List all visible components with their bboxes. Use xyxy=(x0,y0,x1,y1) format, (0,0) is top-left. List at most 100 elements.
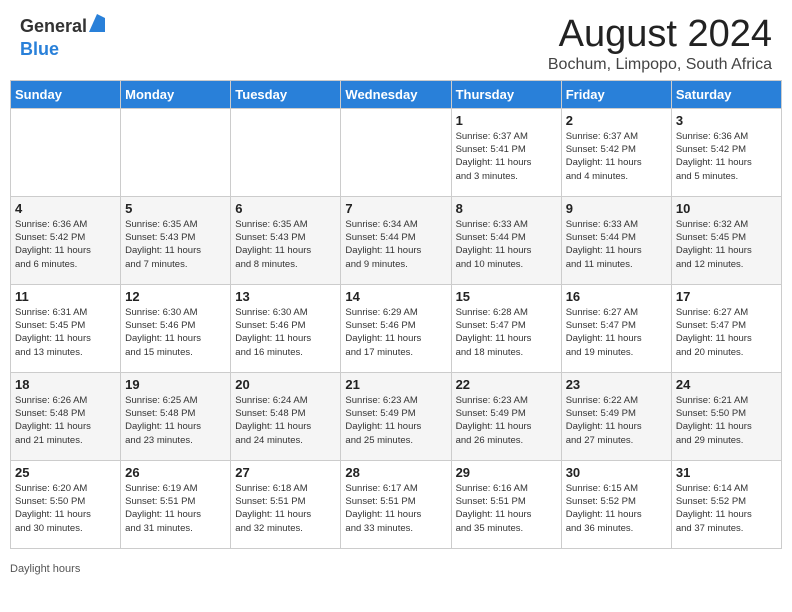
day-cell: 9 Sunrise: 6:33 AM Sunset: 5:44 PM Daylig… xyxy=(561,196,671,284)
week-row-4: 18 Sunrise: 6:26 AM Sunset: 5:48 PM Dayli… xyxy=(11,372,782,460)
logo-blue-text: Blue xyxy=(20,39,59,60)
day-cell: 30 Sunrise: 6:15 AM Sunset: 5:52 PM Dayli… xyxy=(561,460,671,548)
day-cell: 16Sunrise: 6:27 AM Sunset: 5:47 PM Dayli… xyxy=(561,284,671,372)
day-cell: 22Sunrise: 6:23 AM Sunset: 5:49 PM Dayli… xyxy=(451,372,561,460)
day-number: 15 xyxy=(456,289,557,304)
day-cell xyxy=(11,108,121,196)
day-info: Sunrise: 6:33 AM Sunset: 5:44 PM Dayligh… xyxy=(566,218,667,271)
day-number: 1 xyxy=(456,113,557,128)
day-info: Sunrise: 6:30 AM Sunset: 5:46 PM Dayligh… xyxy=(125,306,226,359)
logo: General Blue xyxy=(20,14,105,60)
week-row-1: 1 Sunrise: 6:37 AM Sunset: 5:41 PM Daylig… xyxy=(11,108,782,196)
day-info: Sunrise: 6:25 AM Sunset: 5:48 PM Dayligh… xyxy=(125,394,226,447)
calendar-body: 1 Sunrise: 6:37 AM Sunset: 5:41 PM Daylig… xyxy=(11,108,782,548)
day-number: 23 xyxy=(566,377,667,392)
day-number: 20 xyxy=(235,377,336,392)
day-number: 24 xyxy=(676,377,777,392)
day-info: Sunrise: 6:31 AM Sunset: 5:45 PM Dayligh… xyxy=(15,306,116,359)
day-info: Sunrise: 6:36 AM Sunset: 5:42 PM Dayligh… xyxy=(676,130,777,183)
day-cell: 4Sunrise: 6:36 AM Sunset: 5:42 PM Daylig… xyxy=(11,196,121,284)
day-cell: 19Sunrise: 6:25 AM Sunset: 5:48 PM Dayli… xyxy=(121,372,231,460)
day-cell: 26 Sunrise: 6:19 AM Sunset: 5:51 PM Dayli… xyxy=(121,460,231,548)
day-cell: 5Sunrise: 6:35 AM Sunset: 5:43 PM Daylig… xyxy=(121,196,231,284)
title-block: August 2024 Bochum, Limpopo, South Afric… xyxy=(548,14,772,74)
day-info: Sunrise: 6:28 AM Sunset: 5:47 PM Dayligh… xyxy=(456,306,557,359)
calendar-location: Bochum, Limpopo, South Africa xyxy=(548,56,772,74)
day-cell: 18 Sunrise: 6:26 AM Sunset: 5:48 PM Dayli… xyxy=(11,372,121,460)
day-cell: 6 Sunrise: 6:35 AM Sunset: 5:43 PM Daylig… xyxy=(231,196,341,284)
header-cell-tuesday: Tuesday xyxy=(231,80,341,108)
calendar-table: SundayMondayTuesdayWednesdayThursdayFrid… xyxy=(10,80,782,549)
day-cell: 21 Sunrise: 6:23 AM Sunset: 5:49 PM Dayli… xyxy=(341,372,451,460)
day-cell: 15 Sunrise: 6:28 AM Sunset: 5:47 PM Dayli… xyxy=(451,284,561,372)
header-cell-wednesday: Wednesday xyxy=(341,80,451,108)
week-row-2: 4Sunrise: 6:36 AM Sunset: 5:42 PM Daylig… xyxy=(11,196,782,284)
day-cell: 28 Sunrise: 6:17 AM Sunset: 5:51 PM Dayli… xyxy=(341,460,451,548)
day-cell: 8Sunrise: 6:33 AM Sunset: 5:44 PM Daylig… xyxy=(451,196,561,284)
day-cell: 14 Sunrise: 6:29 AM Sunset: 5:46 PM Dayli… xyxy=(341,284,451,372)
day-info: Sunrise: 6:30 AM Sunset: 5:46 PM Dayligh… xyxy=(235,306,336,359)
day-info: Sunrise: 6:35 AM Sunset: 5:43 PM Dayligh… xyxy=(235,218,336,271)
logo-arrow-icon xyxy=(89,14,105,37)
day-info: Sunrise: 6:32 AM Sunset: 5:45 PM Dayligh… xyxy=(676,218,777,271)
day-number: 21 xyxy=(345,377,446,392)
day-info: Sunrise: 6:36 AM Sunset: 5:42 PM Dayligh… xyxy=(15,218,116,271)
day-info: Sunrise: 6:27 AM Sunset: 5:47 PM Dayligh… xyxy=(566,306,667,359)
day-cell: 12 Sunrise: 6:30 AM Sunset: 5:46 PM Dayli… xyxy=(121,284,231,372)
day-info: Sunrise: 6:21 AM Sunset: 5:50 PM Dayligh… xyxy=(676,394,777,447)
day-number: 10 xyxy=(676,201,777,216)
day-info: Sunrise: 6:19 AM Sunset: 5:51 PM Dayligh… xyxy=(125,482,226,535)
day-number: 17 xyxy=(676,289,777,304)
day-number: 7 xyxy=(345,201,446,216)
day-number: 5 xyxy=(125,201,226,216)
week-row-3: 11 Sunrise: 6:31 AM Sunset: 5:45 PM Dayli… xyxy=(11,284,782,372)
calendar-wrapper: SundayMondayTuesdayWednesdayThursdayFrid… xyxy=(0,80,792,559)
day-number: 13 xyxy=(235,289,336,304)
day-info: Sunrise: 6:24 AM Sunset: 5:48 PM Dayligh… xyxy=(235,394,336,447)
day-info: Sunrise: 6:33 AM Sunset: 5:44 PM Dayligh… xyxy=(456,218,557,271)
day-number: 12 xyxy=(125,289,226,304)
week-row-5: 25Sunrise: 6:20 AM Sunset: 5:50 PM Dayli… xyxy=(11,460,782,548)
day-info: Sunrise: 6:18 AM Sunset: 5:51 PM Dayligh… xyxy=(235,482,336,535)
day-info: Sunrise: 6:29 AM Sunset: 5:46 PM Dayligh… xyxy=(345,306,446,359)
calendar-header: SundayMondayTuesdayWednesdayThursdayFrid… xyxy=(11,80,782,108)
day-cell: 24 Sunrise: 6:21 AM Sunset: 5:50 PM Dayli… xyxy=(671,372,781,460)
day-number: 9 xyxy=(566,201,667,216)
day-info: Sunrise: 6:34 AM Sunset: 5:44 PM Dayligh… xyxy=(345,218,446,271)
day-info: Sunrise: 6:37 AM Sunset: 5:41 PM Dayligh… xyxy=(456,130,557,183)
day-cell: 7 Sunrise: 6:34 AM Sunset: 5:44 PM Daylig… xyxy=(341,196,451,284)
calendar-title: August 2024 xyxy=(548,14,772,56)
day-cell: 3 Sunrise: 6:36 AM Sunset: 5:42 PM Daylig… xyxy=(671,108,781,196)
day-number: 31 xyxy=(676,465,777,480)
day-number: 3 xyxy=(676,113,777,128)
day-cell: 17Sunrise: 6:27 AM Sunset: 5:47 PM Dayli… xyxy=(671,284,781,372)
day-number: 22 xyxy=(456,377,557,392)
day-number: 26 xyxy=(125,465,226,480)
day-cell xyxy=(121,108,231,196)
page-header: General Blue August 2024 Bochum, Limpopo… xyxy=(0,0,792,80)
day-number: 28 xyxy=(345,465,446,480)
day-number: 30 xyxy=(566,465,667,480)
day-info: Sunrise: 6:22 AM Sunset: 5:49 PM Dayligh… xyxy=(566,394,667,447)
day-cell: 1 Sunrise: 6:37 AM Sunset: 5:41 PM Daylig… xyxy=(451,108,561,196)
day-number: 14 xyxy=(345,289,446,304)
day-cell xyxy=(341,108,451,196)
header-row: SundayMondayTuesdayWednesdayThursdayFrid… xyxy=(11,80,782,108)
daylight-label: Daylight hours xyxy=(10,563,80,575)
day-info: Sunrise: 6:20 AM Sunset: 5:50 PM Dayligh… xyxy=(15,482,116,535)
day-info: Sunrise: 6:15 AM Sunset: 5:52 PM Dayligh… xyxy=(566,482,667,535)
day-number: 29 xyxy=(456,465,557,480)
day-info: Sunrise: 6:23 AM Sunset: 5:49 PM Dayligh… xyxy=(345,394,446,447)
header-cell-friday: Friday xyxy=(561,80,671,108)
day-number: 11 xyxy=(15,289,116,304)
day-cell xyxy=(231,108,341,196)
day-number: 6 xyxy=(235,201,336,216)
day-number: 18 xyxy=(15,377,116,392)
day-info: Sunrise: 6:26 AM Sunset: 5:48 PM Dayligh… xyxy=(15,394,116,447)
day-info: Sunrise: 6:17 AM Sunset: 5:51 PM Dayligh… xyxy=(345,482,446,535)
header-cell-sunday: Sunday xyxy=(11,80,121,108)
day-cell: 23 Sunrise: 6:22 AM Sunset: 5:49 PM Dayli… xyxy=(561,372,671,460)
day-info: Sunrise: 6:16 AM Sunset: 5:51 PM Dayligh… xyxy=(456,482,557,535)
day-cell: 31Sunrise: 6:14 AM Sunset: 5:52 PM Dayli… xyxy=(671,460,781,548)
footer: Daylight hours xyxy=(0,559,792,581)
